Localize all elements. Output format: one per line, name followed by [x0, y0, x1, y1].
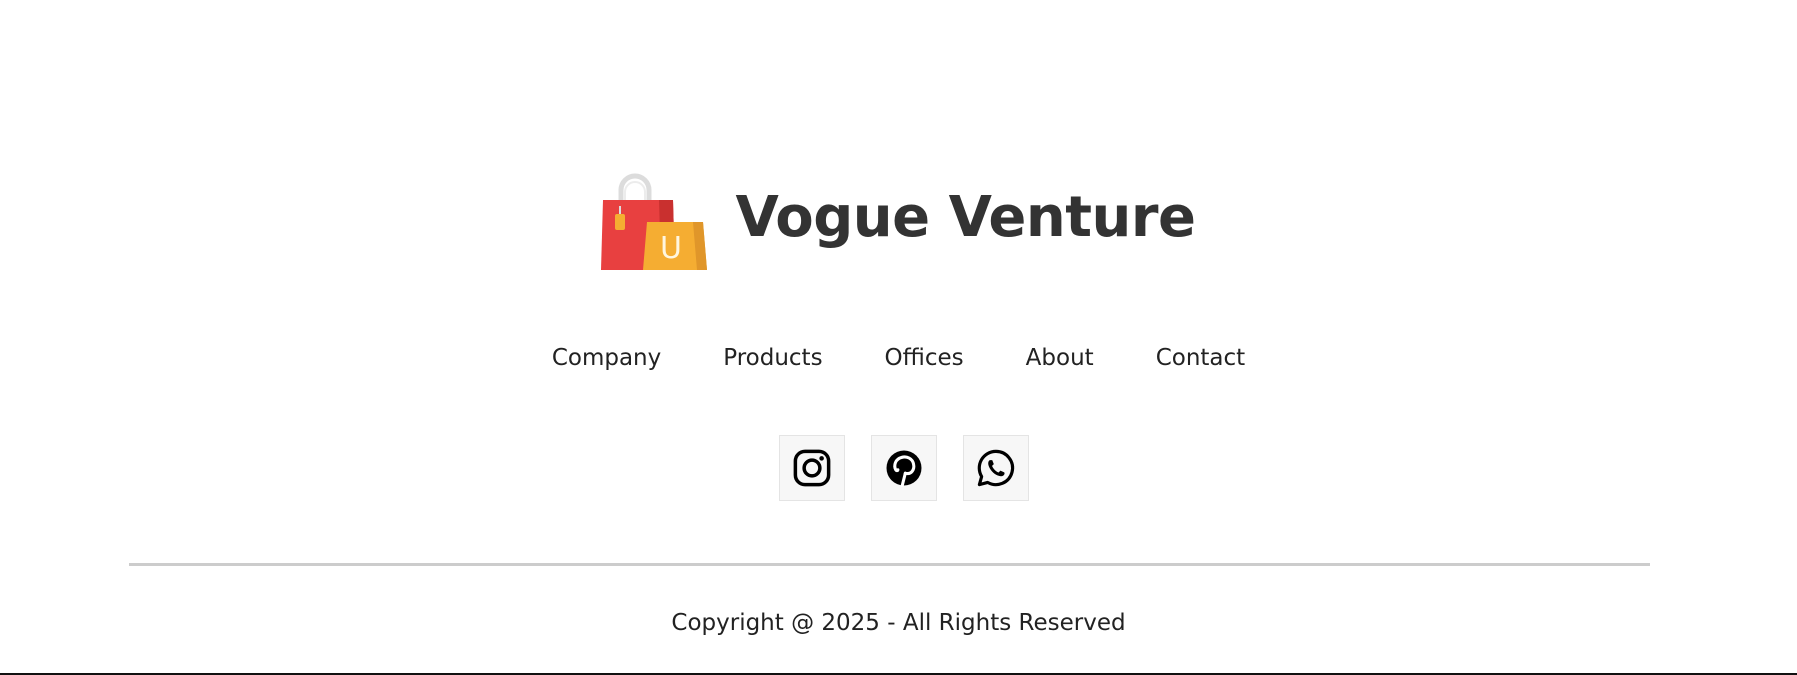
- social-links: [0, 435, 1797, 501]
- footer-page: U Vogue Venture Company Products Offices…: [0, 0, 1797, 675]
- nav-link-company[interactable]: Company: [552, 342, 661, 374]
- instagram-icon: [793, 449, 830, 487]
- logo-letter: U: [660, 231, 682, 266]
- nav-link-products[interactable]: Products: [723, 342, 822, 374]
- shopping-bags-icon: U: [601, 173, 708, 270]
- pinterest-button[interactable]: [870, 435, 937, 501]
- footer-nav: Company Products Offices About Contact: [0, 342, 1797, 374]
- whatsapp-icon: [977, 449, 1014, 487]
- whatsapp-button[interactable]: [962, 435, 1029, 501]
- brand-name: Vogue Venture: [735, 185, 1196, 250]
- nav-link-contact[interactable]: Contact: [1156, 342, 1245, 374]
- brand[interactable]: U Vogue Venture: [0, 170, 1797, 270]
- copyright-text: Copyright @ 2025 - All Rights Reserved: [671, 610, 1126, 636]
- instagram-button[interactable]: [778, 435, 845, 501]
- pinterest-icon: [886, 450, 921, 488]
- footer-divider: [129, 563, 1650, 566]
- nav-link-offices[interactable]: Offices: [885, 342, 964, 374]
- nav-link-about[interactable]: About: [1026, 342, 1094, 374]
